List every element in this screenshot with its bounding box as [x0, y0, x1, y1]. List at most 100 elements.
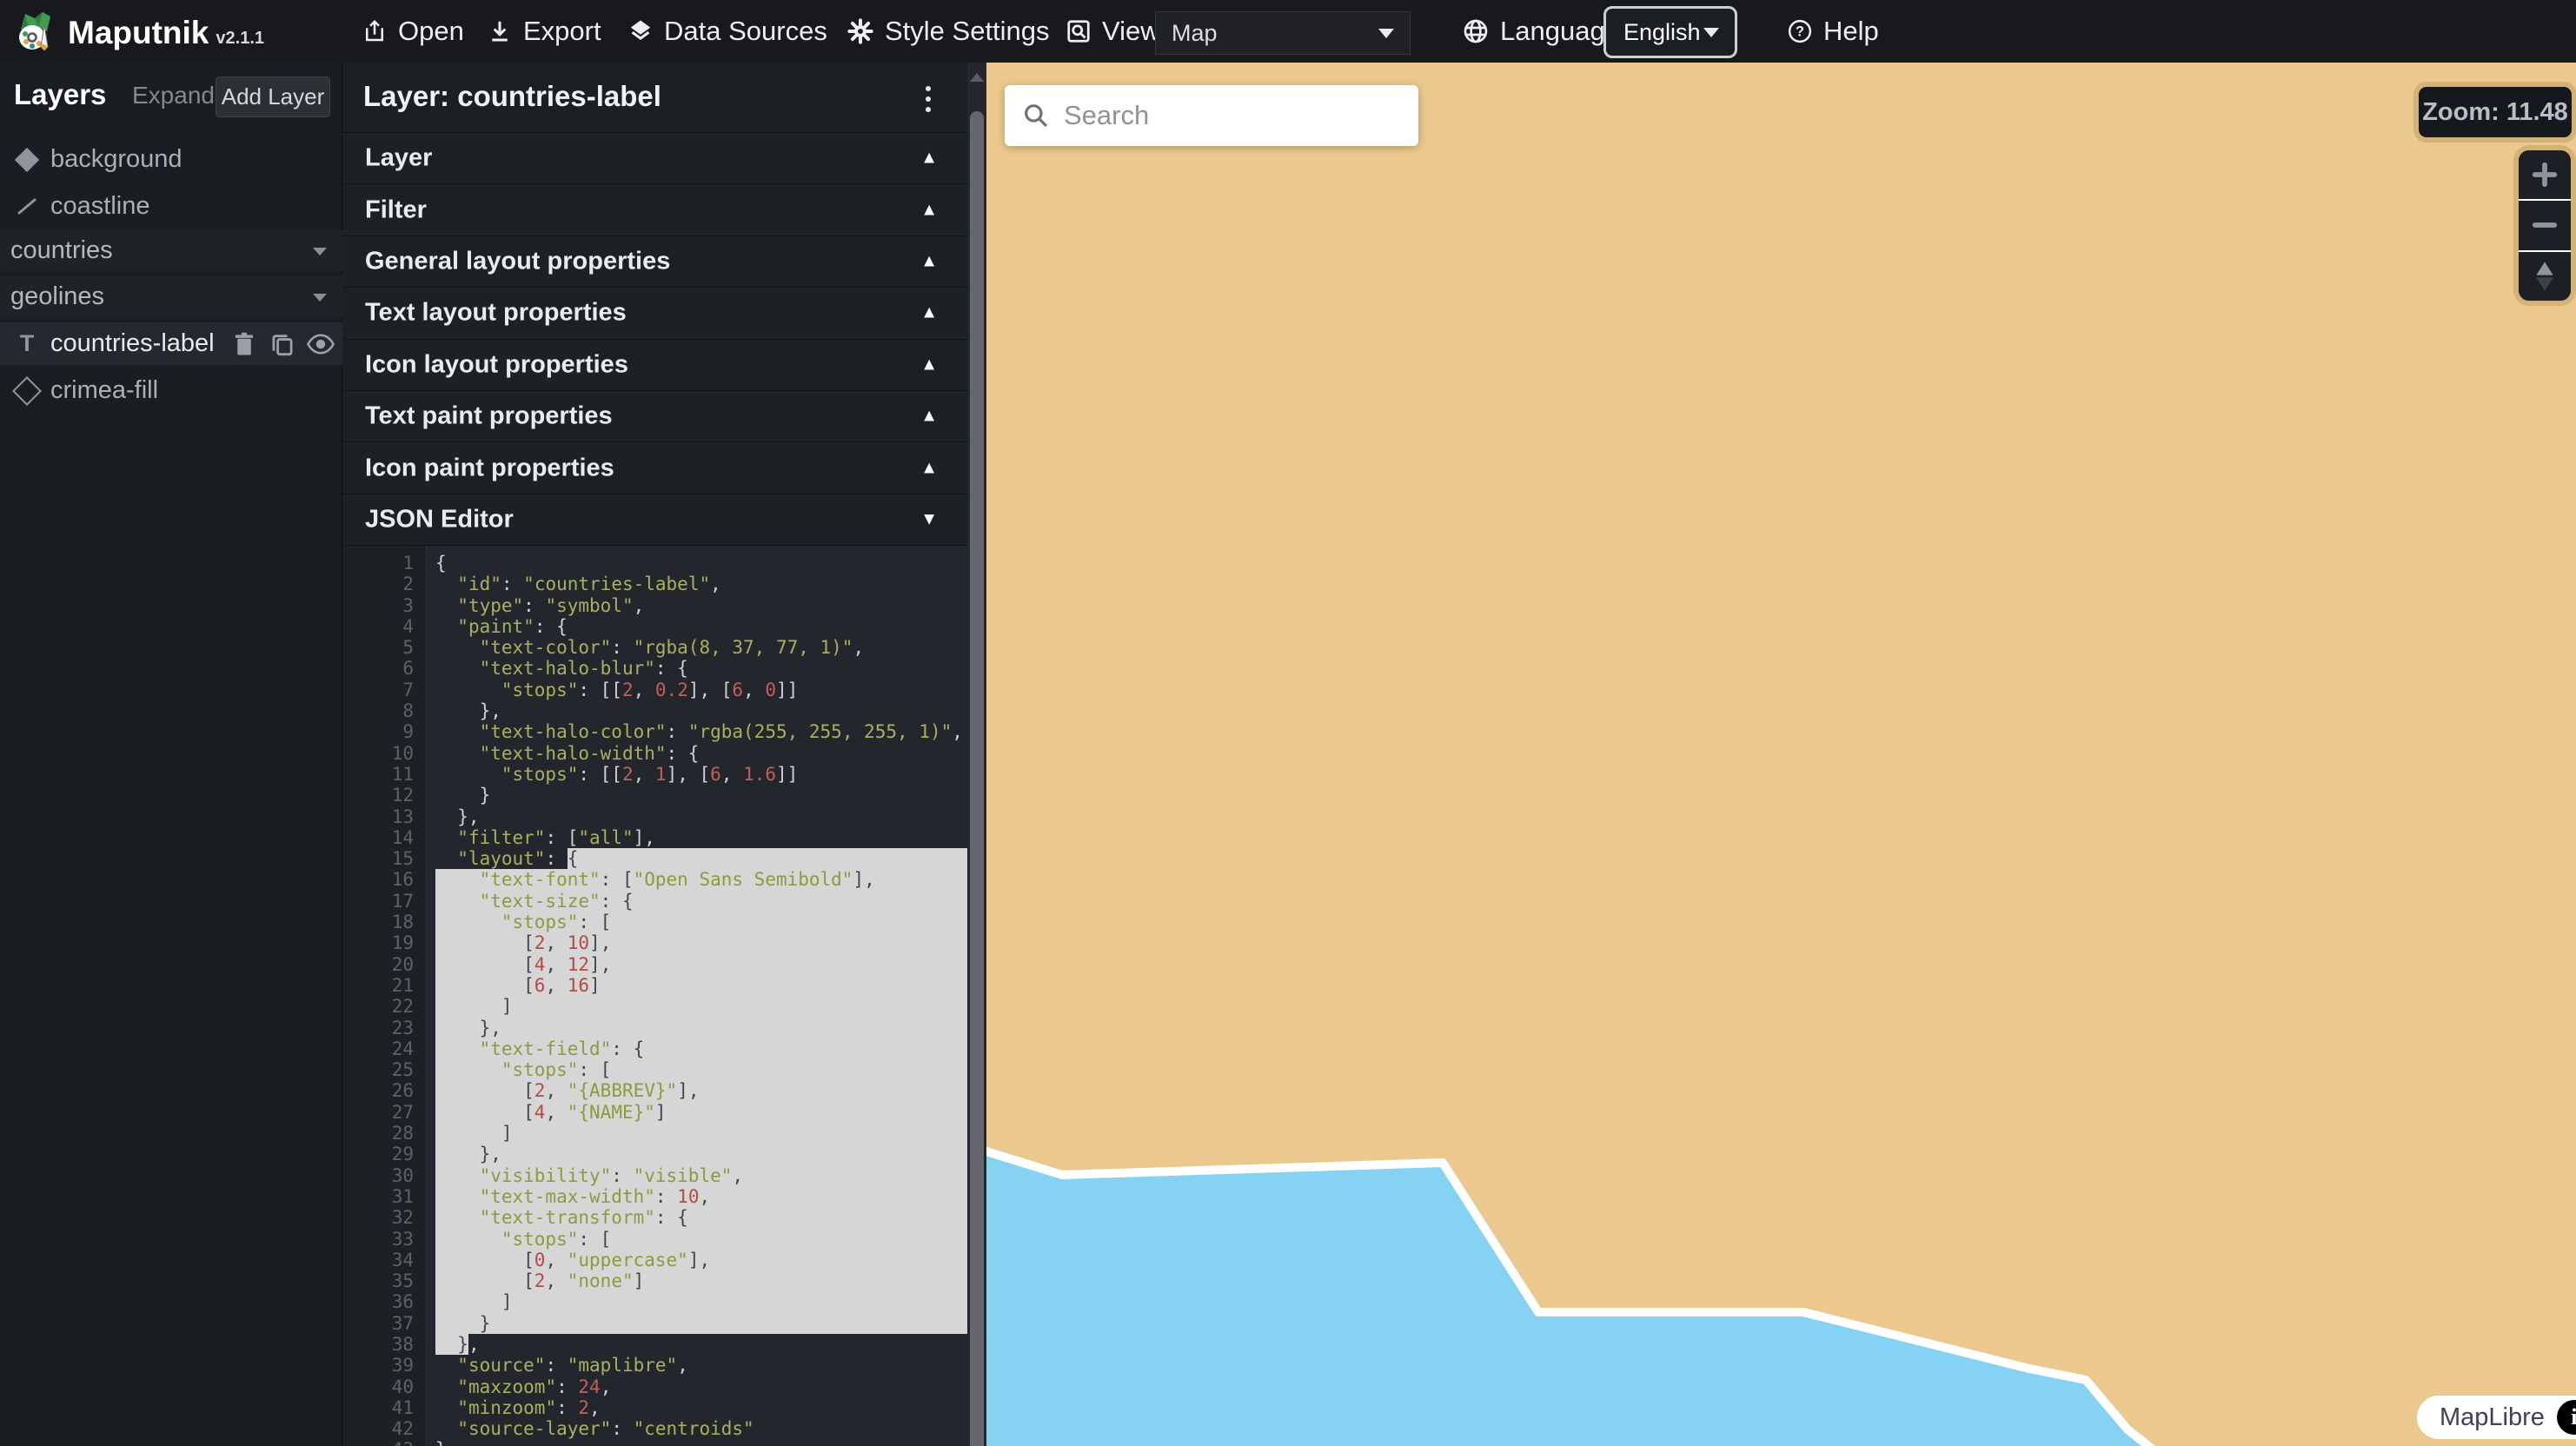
menu-data-sources[interactable]: Data Sources: [627, 0, 827, 63]
menu-view: View: [1066, 0, 1160, 63]
menu-export-label: Export: [523, 16, 601, 47]
layer-item-coastline[interactable]: coastline: [0, 186, 342, 227]
menu-style-settings-label: Style Settings: [885, 16, 1050, 47]
section-layer[interactable]: Layer ▲: [342, 133, 967, 184]
layer-label: countries-label: [50, 329, 215, 358]
layers-title: Layers: [14, 78, 106, 111]
layer-menu-kebab-icon[interactable]: [918, 82, 939, 116]
scrollbar-thumb[interactable]: [970, 111, 984, 1446]
svg-text:?: ?: [1796, 24, 1804, 40]
maplibre-link[interactable]: MapLibre: [2440, 1403, 2545, 1432]
section-label: Icon layout properties: [365, 350, 628, 379]
section-text-paint[interactable]: Text paint properties ▲: [342, 391, 967, 442]
collapse-arrow-icon: ▲: [920, 303, 938, 323]
search-icon: [1022, 102, 1050, 129]
globe-icon: [1462, 17, 1490, 45]
layer-editor-header: Layer: countries-label: [342, 63, 967, 133]
menu-language: Language: [1462, 0, 1620, 63]
menu-open-label: Open: [398, 16, 464, 47]
app-name: Maputnik: [68, 15, 209, 51]
map-attribution: MapLibre i: [2417, 1396, 2576, 1439]
layer-item-countries-label[interactable]: T countries-label: [0, 322, 342, 365]
layer-label: coastline: [50, 192, 149, 221]
map-search-box: [1005, 85, 1418, 146]
menu-data-sources-label: Data Sources: [664, 16, 827, 47]
section-general-layout[interactable]: General layout properties ▲: [342, 236, 967, 288]
menu-help-label: Help: [1823, 16, 1879, 47]
section-text-layout[interactable]: Text layout properties ▲: [342, 288, 967, 339]
expand-button[interactable]: Expand: [132, 82, 215, 109]
layer-item-background[interactable]: background: [0, 139, 342, 180]
section-label: General layout properties: [365, 247, 670, 275]
collapse-arrow-icon: ▲: [920, 251, 938, 271]
section-json-editor[interactable]: JSON Editor ▼: [342, 494, 967, 546]
chevron-down-icon: [1703, 28, 1719, 37]
collapse-arrow-icon: ▲: [920, 149, 938, 169]
layer-item-crimea-fill[interactable]: crimea-fill: [0, 370, 342, 411]
collapse-arrow-icon: ▲: [920, 458, 938, 478]
layer-editor-panel: Layer: countries-label Layer ▲ Filter ▲ …: [342, 63, 986, 1446]
section-label: Layer: [365, 144, 432, 173]
app-version: v2.1.1: [216, 29, 264, 49]
database-icon: [627, 18, 654, 44]
scroll-up-arrow-icon[interactable]: [970, 73, 984, 82]
menu-language-label: Language: [1500, 16, 1620, 47]
gear-icon: [846, 17, 874, 45]
map-canvas[interactable]: Zoom: 11.48 MapLibre i: [986, 63, 2576, 1446]
layer-editor-title: Layer: countries-label: [363, 80, 661, 113]
visibility-eye-icon[interactable]: [304, 329, 337, 359]
menu-export[interactable]: Export: [487, 0, 601, 63]
maputnik-logo-icon: [14, 9, 57, 56]
fill-layer-icon: [16, 151, 38, 169]
section-label: Icon paint properties: [365, 454, 614, 482]
open-icon: [362, 18, 388, 44]
chevron-down-icon: [313, 248, 327, 255]
app-brand: Maputnik v2.1.1: [14, 9, 264, 56]
menu-help[interactable]: ? Help: [1787, 0, 1879, 63]
compass-pitch-button[interactable]: [2519, 250, 2571, 301]
section-label: JSON Editor: [365, 505, 514, 534]
json-code-editor[interactable]: 1234567891011121314151617181920212223242…: [342, 546, 967, 1446]
section-icon-layout[interactable]: Icon layout properties ▲: [342, 340, 967, 391]
panel-scrollbar[interactable]: [967, 63, 986, 1446]
editor-sections: Layer ▲ Filter ▲ General layout properti…: [342, 133, 967, 546]
menu-view-label: View: [1102, 16, 1160, 47]
symbol-layer-icon: T: [16, 330, 38, 357]
collapse-arrow-icon: ▲: [920, 407, 938, 427]
group-label: countries: [10, 236, 113, 265]
section-icon-paint[interactable]: Icon paint properties ▲: [342, 442, 967, 494]
section-label: Text layout properties: [365, 299, 627, 328]
add-layer-button[interactable]: Add Layer: [216, 76, 330, 117]
zoom-in-button[interactable]: [2519, 150, 2571, 199]
delete-layer-icon[interactable]: [228, 329, 261, 359]
line-layer-icon: [16, 205, 38, 208]
download-icon: [487, 18, 513, 44]
view-mode-select[interactable]: Map: [1155, 11, 1411, 55]
duplicate-layer-icon[interactable]: [266, 329, 299, 359]
fill-outline-layer-icon: [16, 381, 38, 401]
layer-label: crimea-fill: [50, 376, 158, 405]
layer-group-countries[interactable]: countries: [0, 230, 342, 271]
section-label: Text paint properties: [365, 402, 613, 431]
json-gutter: 1234567891011121314151617181920212223242…: [342, 553, 426, 1446]
language-value: English: [1623, 19, 1701, 46]
layers-sidebar: Layers Expand Add Layer background coast…: [0, 63, 342, 1446]
chevron-down-icon: [313, 294, 327, 302]
json-code[interactable]: { "id": "countries-label", "type": "symb…: [427, 553, 967, 1446]
help-icon: ?: [1787, 18, 1813, 44]
search-input[interactable]: [1062, 99, 1378, 132]
menu-open[interactable]: Open: [362, 0, 464, 63]
menu-style-settings[interactable]: Style Settings: [846, 0, 1050, 63]
top-bar: Maputnik v2.1.1 Open Export: [0, 0, 2576, 63]
collapse-arrow-icon: ▲: [920, 355, 938, 375]
collapse-arrow-icon: ▼: [920, 509, 938, 529]
collapse-arrow-icon: ▲: [920, 200, 938, 220]
zoom-out-button[interactable]: [2519, 199, 2571, 249]
maputnik-app: Maputnik v2.1.1 Open Export: [0, 0, 2576, 1446]
attribution-info-icon[interactable]: i: [2557, 1400, 2576, 1435]
section-filter[interactable]: Filter ▲: [342, 184, 967, 235]
language-select[interactable]: English: [1603, 6, 1737, 58]
layer-group-geolines[interactable]: geolines: [0, 276, 342, 317]
map-render: [986, 63, 2576, 1446]
layer-label: background: [50, 145, 183, 174]
